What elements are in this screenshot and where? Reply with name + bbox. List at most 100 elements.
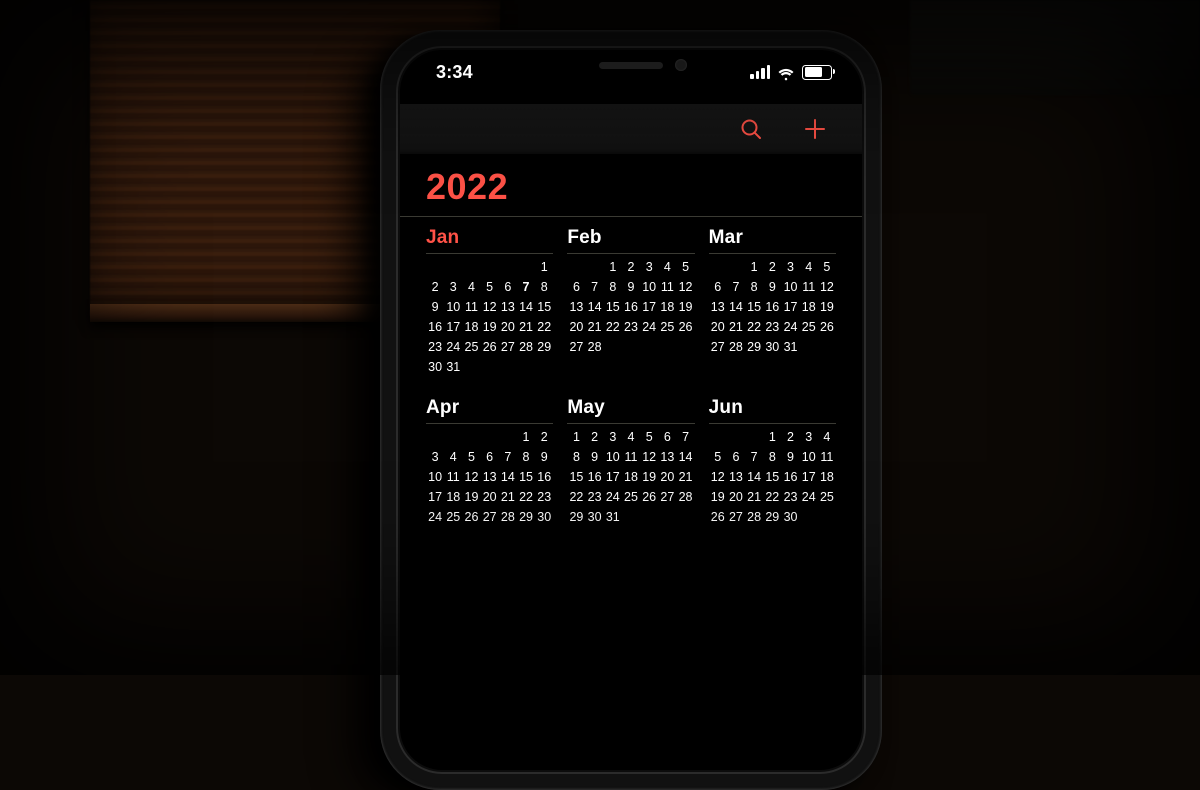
day-cell[interactable]: 22 [567, 488, 585, 507]
day-cell[interactable]: 14 [676, 448, 694, 467]
day-cell[interactable]: 24 [604, 488, 622, 507]
day-cell[interactable]: 1 [567, 428, 585, 447]
day-cell[interactable]: 7 [586, 278, 604, 297]
day-cell[interactable]: 22 [745, 318, 763, 337]
day-cell[interactable]: 23 [535, 488, 553, 507]
day-cell[interactable]: 23 [586, 488, 604, 507]
day-cell[interactable]: 3 [781, 258, 799, 277]
day-cell[interactable]: 17 [640, 298, 658, 317]
day-cell[interactable]: 25 [462, 338, 480, 357]
month-mar[interactable]: Mar1234567891011121314151617181920212223… [709, 227, 836, 377]
day-cell[interactable]: 30 [781, 508, 799, 527]
day-cell[interactable]: 15 [763, 468, 781, 487]
day-cell[interactable]: 2 [763, 258, 781, 277]
day-cell[interactable]: 18 [444, 488, 462, 507]
day-cell[interactable]: 7 [745, 448, 763, 467]
day-cell[interactable]: 11 [800, 278, 818, 297]
day-cell[interactable]: 24 [444, 338, 462, 357]
day-cell[interactable]: 21 [745, 488, 763, 507]
day-cell[interactable]: 9 [622, 278, 640, 297]
day-cell[interactable]: 28 [586, 338, 604, 357]
day-cell[interactable]: 27 [481, 508, 499, 527]
day-cell[interactable]: 26 [676, 318, 694, 337]
month-jun[interactable]: Jun1234567891011121314151617181920212223… [709, 397, 836, 527]
day-cell[interactable]: 20 [727, 488, 745, 507]
day-cell[interactable]: 2 [535, 428, 553, 447]
day-cell[interactable]: 26 [818, 318, 836, 337]
day-cell[interactable]: 3 [426, 448, 444, 467]
day-cell[interactable]: 15 [745, 298, 763, 317]
day-cell[interactable]: 25 [622, 488, 640, 507]
day-cell[interactable]: 16 [763, 298, 781, 317]
day-cell[interactable]: 17 [781, 298, 799, 317]
day-cell[interactable]: 5 [676, 258, 694, 277]
day-cell[interactable]: 16 [535, 468, 553, 487]
day-cell[interactable]: 29 [517, 508, 535, 527]
day-cell[interactable]: 6 [481, 448, 499, 467]
day-cell[interactable]: 24 [426, 508, 444, 527]
day-cell[interactable]: 8 [535, 278, 553, 297]
day-cell[interactable]: 12 [818, 278, 836, 297]
day-cell[interactable]: 10 [604, 448, 622, 467]
day-cell[interactable]: 6 [727, 448, 745, 467]
day-cell[interactable]: 7 [727, 278, 745, 297]
day-cell[interactable]: 1 [745, 258, 763, 277]
day-cell[interactable]: 21 [517, 318, 535, 337]
day-cell[interactable]: 19 [462, 488, 480, 507]
day-cell[interactable]: 10 [640, 278, 658, 297]
day-cell[interactable]: 6 [567, 278, 585, 297]
day-cell[interactable]: 13 [567, 298, 585, 317]
day-cell[interactable]: 21 [727, 318, 745, 337]
day-cell[interactable]: 17 [604, 468, 622, 487]
day-cell[interactable]: 9 [586, 448, 604, 467]
day-cell[interactable]: 5 [818, 258, 836, 277]
day-cell[interactable]: 5 [462, 448, 480, 467]
day-cell[interactable]: 23 [622, 318, 640, 337]
day-cell[interactable]: 24 [640, 318, 658, 337]
day-cell[interactable]: 30 [763, 338, 781, 357]
day-cell[interactable]: 16 [426, 318, 444, 337]
day-cell[interactable]: 29 [535, 338, 553, 357]
day-cell[interactable]: 21 [499, 488, 517, 507]
day-cell[interactable]: 8 [745, 278, 763, 297]
day-cell[interactable]: 2 [622, 258, 640, 277]
day-cell[interactable]: 27 [727, 508, 745, 527]
day-cell[interactable]: 1 [535, 258, 553, 277]
day-cell[interactable]: 18 [462, 318, 480, 337]
day-cell[interactable]: 29 [763, 508, 781, 527]
day-cell[interactable]: 21 [676, 468, 694, 487]
search-button[interactable] [738, 116, 764, 142]
day-cell[interactable]: 17 [426, 488, 444, 507]
add-event-button[interactable] [802, 116, 828, 142]
day-cell[interactable]: 26 [640, 488, 658, 507]
day-cell[interactable]: 27 [658, 488, 676, 507]
day-cell[interactable]: 29 [567, 508, 585, 527]
day-cell[interactable]: 27 [709, 338, 727, 357]
day-cell[interactable]: 28 [676, 488, 694, 507]
day-cell[interactable]: 7 [676, 428, 694, 447]
day-cell[interactable]: 22 [763, 488, 781, 507]
day-cell[interactable]: 11 [818, 448, 836, 467]
day-cell[interactable]: 11 [444, 468, 462, 487]
day-cell[interactable]: 11 [462, 298, 480, 317]
day-cell[interactable]: 26 [462, 508, 480, 527]
day-cell[interactable]: 4 [622, 428, 640, 447]
day-cell[interactable]: 2 [781, 428, 799, 447]
day-cell[interactable]: 17 [444, 318, 462, 337]
day-cell[interactable]: 13 [499, 298, 517, 317]
day-cell[interactable]: 25 [658, 318, 676, 337]
day-cell[interactable]: 18 [818, 468, 836, 487]
day-cell[interactable]: 18 [658, 298, 676, 317]
day-cell[interactable]: 1 [604, 258, 622, 277]
day-cell[interactable]: 8 [604, 278, 622, 297]
day-cell[interactable]: 10 [800, 448, 818, 467]
day-cell[interactable]: 16 [781, 468, 799, 487]
day-cell[interactable]: 16 [622, 298, 640, 317]
day-cell[interactable]: 10 [444, 298, 462, 317]
day-cell[interactable]: 18 [800, 298, 818, 317]
day-cell[interactable]: 3 [444, 278, 462, 297]
day-cell[interactable]: 27 [499, 338, 517, 357]
day-cell[interactable]: 11 [658, 278, 676, 297]
day-cell[interactable]: 3 [604, 428, 622, 447]
day-cell[interactable]: 25 [818, 488, 836, 507]
